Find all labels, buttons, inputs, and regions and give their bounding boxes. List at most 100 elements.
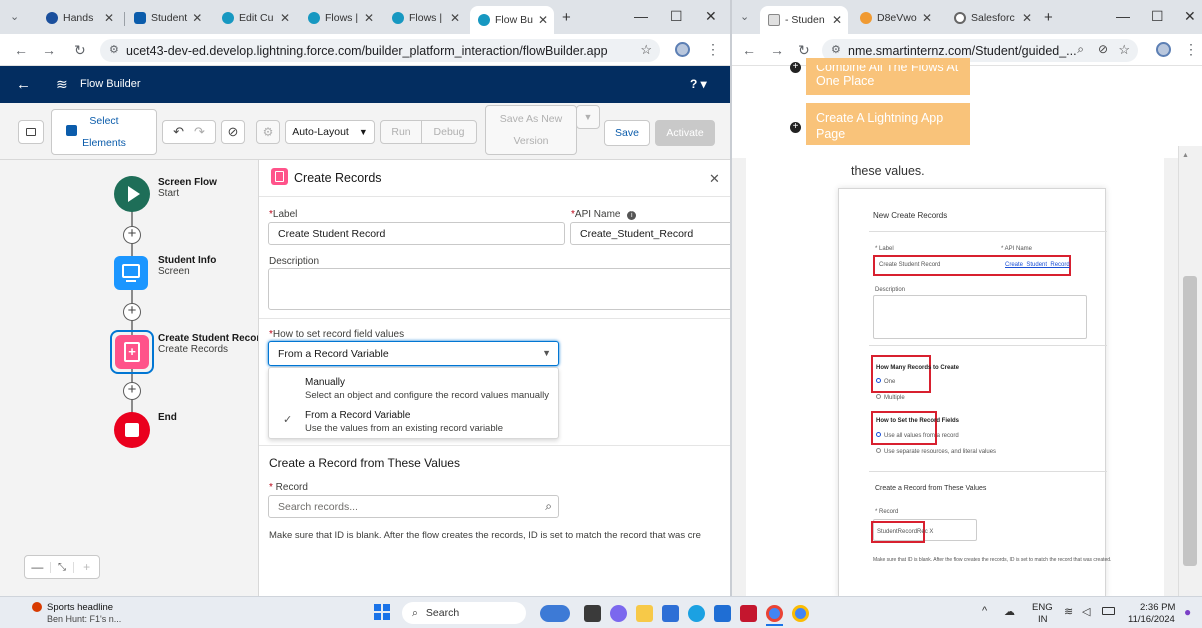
tab-flows-1[interactable]: Flows | ✕ xyxy=(300,6,380,30)
activate-button[interactable]: Activate xyxy=(655,120,715,146)
save-button[interactable]: Save xyxy=(604,120,650,146)
forward-icon[interactable]: → xyxy=(42,42,56,58)
profile-avatar[interactable] xyxy=(1156,42,1171,57)
add-element-button[interactable]: + xyxy=(123,382,141,400)
maximize-button[interactable]: ☐ xyxy=(1151,8,1164,25)
taskbar-search[interactable]: ⌕ Search xyxy=(402,602,526,624)
reload-icon[interactable]: ↻ xyxy=(74,42,86,59)
label-input[interactable]: Create Student Record xyxy=(268,222,565,245)
undo-icon[interactable]: ↶ xyxy=(173,124,184,140)
api-name-input[interactable]: Create_Student_Record xyxy=(570,222,730,245)
close-window-button[interactable]: ✕ xyxy=(705,8,717,25)
tab-search-icon[interactable]: ⌄ xyxy=(740,10,749,23)
minimize-button[interactable]: — xyxy=(634,8,648,24)
tab-search-icon[interactable]: ⌄ xyxy=(10,10,19,23)
new-tab-button[interactable]: + xyxy=(1044,9,1053,26)
option-manually[interactable]: Manually Select an object and configure … xyxy=(269,370,558,402)
save-as-new-version-button[interactable]: Save As New Version xyxy=(485,105,577,155)
tab-edit[interactable]: Edit Cu ✕ xyxy=(214,6,296,30)
notification-bell-icon[interactable]: ● xyxy=(1184,605,1191,619)
tab-flows-2[interactable]: Flows | ✕ xyxy=(384,6,466,30)
guide-card-lightning-app[interactable]: Create A Lightning App Page xyxy=(806,103,970,145)
tab-flow-builder[interactable]: Flow Bu ✕ xyxy=(470,6,554,34)
end-node[interactable] xyxy=(114,412,150,448)
new-tab-button[interactable]: + xyxy=(562,9,571,26)
maximize-button[interactable]: ☐ xyxy=(670,8,683,25)
run-button[interactable]: Run xyxy=(380,120,422,144)
region-label[interactable]: IN xyxy=(1038,614,1048,625)
toggle-panel-button[interactable] xyxy=(18,120,44,144)
help-icon[interactable]: ? ▾ xyxy=(690,77,707,91)
menu-kebab-icon[interactable]: ⋮ xyxy=(1184,41,1198,58)
close-icon[interactable]: ✕ xyxy=(364,11,374,25)
page-scrollbar[interactable]: ▲ xyxy=(1178,146,1202,596)
windows-start-icon[interactable] xyxy=(374,604,391,621)
clock-date[interactable]: 11/16/2024 xyxy=(1128,614,1175,625)
tab-d8evwo[interactable]: D8eVwo ✕ xyxy=(852,6,938,30)
close-icon[interactable]: ✕ xyxy=(450,11,460,25)
close-panel-icon[interactable]: ✕ xyxy=(709,171,720,187)
menu-kebab-icon[interactable]: ⋮ xyxy=(706,41,720,58)
close-icon[interactable]: ✕ xyxy=(192,11,202,25)
profile-avatar[interactable] xyxy=(675,42,690,57)
fit-view-icon[interactable]: ⤡ xyxy=(49,561,75,573)
tab-salesforce[interactable]: Salesforc ✕ xyxy=(946,6,1038,30)
file-explorer-icon[interactable] xyxy=(636,605,653,622)
record-search-input[interactable]: Search records... ⌕ xyxy=(268,495,559,518)
add-element-button[interactable]: + xyxy=(123,226,141,244)
guide-card-combine-flows[interactable]: Combine All The Flows At One Place xyxy=(806,58,970,95)
volume-icon[interactable]: ◁ xyxy=(1082,605,1090,618)
copilot-icon[interactable] xyxy=(610,605,627,622)
eye-off-icon[interactable]: ⊘ xyxy=(1098,42,1108,56)
close-icon[interactable]: ✕ xyxy=(922,11,932,25)
onedrive-icon[interactable]: ☁ xyxy=(1004,605,1015,618)
chrome-icon[interactable] xyxy=(766,605,783,622)
mcafee-icon[interactable] xyxy=(740,605,757,622)
bookmark-star-icon[interactable]: ☆ xyxy=(1118,42,1130,58)
site-info-icon[interactable]: ⚙ xyxy=(831,43,841,56)
news-subtitle[interactable]: Ben Hunt: F1's n... xyxy=(47,614,121,624)
zoom-in-icon[interactable]: + xyxy=(74,560,99,574)
task-view-icon[interactable] xyxy=(584,605,601,622)
site-info-icon[interactable]: ⚙ xyxy=(109,43,119,56)
clear-selection-button[interactable]: ⊘ xyxy=(221,120,245,144)
plus-circle-icon[interactable]: + xyxy=(790,122,801,133)
store-icon[interactable] xyxy=(662,605,679,622)
back-arrow-icon[interactable]: ← xyxy=(16,76,31,93)
how-to-set-select[interactable]: From a Record Variable ▼ xyxy=(268,341,559,366)
tab-student[interactable]: Student ✕ xyxy=(126,6,208,30)
screen-node[interactable] xyxy=(114,256,148,290)
mail-icon[interactable] xyxy=(714,605,731,622)
tab-guide[interactable]: - Studen ✕ xyxy=(760,6,848,34)
plus-circle-icon[interactable]: + xyxy=(790,62,801,73)
forward-icon[interactable]: → xyxy=(770,42,784,58)
option-record-variable[interactable]: ✓ From a Record Variable Use the values … xyxy=(269,403,558,437)
redo-icon[interactable]: ↷ xyxy=(194,124,205,140)
settings-button[interactable]: ⚙ xyxy=(256,120,280,144)
back-icon[interactable]: ← xyxy=(14,42,28,58)
edge-icon[interactable] xyxy=(688,605,705,622)
save-menu-chevron[interactable]: ▼ xyxy=(576,105,600,129)
close-icon[interactable]: ✕ xyxy=(1022,11,1032,25)
close-icon[interactable]: ✕ xyxy=(538,13,548,27)
close-icon[interactable]: ✕ xyxy=(832,13,842,27)
debug-button[interactable]: Debug xyxy=(421,120,477,144)
wifi-icon[interactable]: ≋ xyxy=(1064,605,1073,618)
tray-chevron-icon[interactable]: ^ xyxy=(982,605,987,617)
zoom-icon[interactable]: ⌕ xyxy=(1077,42,1084,57)
clock-time[interactable]: 2:36 PM xyxy=(1140,602,1175,613)
create-records-node[interactable]: + xyxy=(115,335,149,369)
battery-icon[interactable] xyxy=(1102,607,1115,615)
select-elements-button[interactable]: Select Elements xyxy=(51,109,157,155)
chrome-alt-icon[interactable] xyxy=(792,605,809,622)
flow-canvas[interactable]: Screen Flow Start + Student Info Screen … xyxy=(0,160,260,596)
news-title[interactable]: Sports headline xyxy=(47,602,113,613)
description-textarea[interactable] xyxy=(268,268,730,310)
reload-icon[interactable]: ↻ xyxy=(798,42,810,59)
tab-hands[interactable]: Hands ✕ xyxy=(38,6,120,30)
bookmark-star-icon[interactable]: ☆ xyxy=(640,42,652,58)
back-icon[interactable]: ← xyxy=(742,42,756,58)
minimize-button[interactable]: — xyxy=(1116,8,1130,24)
close-window-button[interactable]: ✕ xyxy=(1184,8,1196,25)
add-element-button[interactable]: + xyxy=(123,303,141,321)
